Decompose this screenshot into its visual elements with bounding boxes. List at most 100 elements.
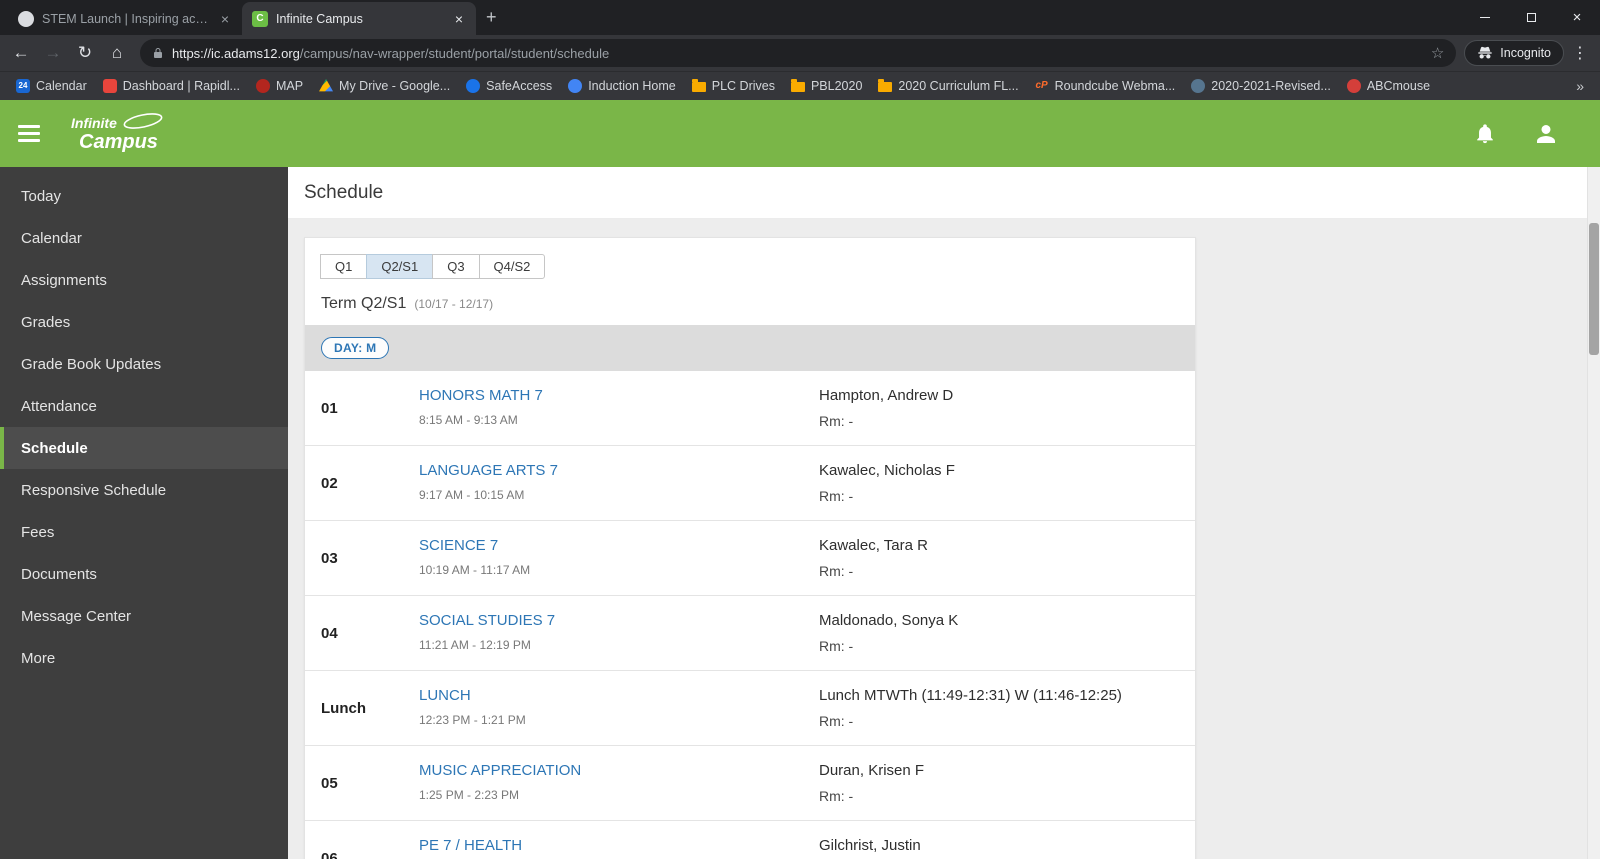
bookmark-item[interactable]: PBL2020 <box>783 75 870 97</box>
course-cell: MUSIC APPRECIATION 1:25 PM - 2:23 PM <box>419 762 819 804</box>
schedule-row: 01 HONORS MATH 7 8:15 AM - 9:13 AM Hampt… <box>305 371 1195 446</box>
day-band: DAY: M <box>305 325 1195 371</box>
bookmark-icon <box>319 79 334 92</box>
sidebar-item-label: Fees <box>21 523 55 541</box>
period-label: 01 <box>321 399 338 417</box>
bookmark-item[interactable]: 2020-2021-Revised... <box>1183 75 1339 97</box>
sidebar-item[interactable]: Schedule <box>0 427 288 469</box>
sidebar-item[interactable]: Documents <box>0 553 288 595</box>
address-bar[interactable]: https://ic.adams12.org/campus/nav-wrappe… <box>140 39 1457 67</box>
course-link[interactable]: SCIENCE 7 <box>419 537 819 554</box>
term-tab[interactable]: Q3 <box>432 254 480 279</box>
forward-button[interactable]: → <box>38 38 68 68</box>
close-window-button[interactable]: × <box>1554 0 1600 34</box>
course-link[interactable]: LANGUAGE ARTS 7 <box>419 462 819 479</box>
bookmarks-overflow-icon[interactable]: » <box>1568 78 1592 94</box>
sidebar-item[interactable]: Fees <box>0 511 288 553</box>
minimize-button[interactable] <box>1462 0 1508 34</box>
course-time: 8:15 AM - 9:13 AM <box>419 413 518 427</box>
browser-menu-icon[interactable]: ⋮ <box>1566 39 1594 67</box>
teacher-name: Gilchrist, Justin <box>819 837 921 854</box>
user-account-icon[interactable] <box>1534 122 1558 146</box>
bookmark-item[interactable]: 2020 Curriculum FL... <box>870 75 1026 97</box>
tab-close-icon[interactable]: × <box>218 11 232 27</box>
course-link[interactable]: LUNCH <box>419 687 819 704</box>
bookmark-item[interactable]: My Drive - Google... <box>311 75 458 97</box>
bookmark-list: Calendar Dashboard | Rapidl... MAP My Dr… <box>8 71 1438 100</box>
bookmark-label: My Drive - Google... <box>339 78 451 93</box>
maximize-button[interactable] <box>1508 0 1554 34</box>
sidebar-item-label: More <box>21 649 56 667</box>
browser-window: STEM Launch | Inspiring achieve × C Infi… <box>0 0 1600 859</box>
sidebar-item[interactable]: Assignments <box>0 259 288 301</box>
page-scrollbar[interactable] <box>1587 167 1600 859</box>
scrollbar-thumb[interactable] <box>1589 223 1599 355</box>
notifications-bell-icon[interactable] <box>1474 123 1496 145</box>
infinite-campus-logo[interactable]: Infinite Campus <box>71 112 163 152</box>
lock-icon <box>154 48 162 58</box>
sidebar-item-label: Grades <box>21 313 71 331</box>
bookmark-label: 2020 Curriculum FL... <box>898 78 1019 93</box>
period-label: 05 <box>321 774 338 792</box>
bookmark-icon <box>878 79 893 92</box>
browser-tab-infinite-campus[interactable]: C Infinite Campus × <box>242 2 476 35</box>
menu-icon[interactable] <box>0 100 57 167</box>
stem-favicon <box>18 10 34 27</box>
term-tabs: Q1 Q2/S1 Q3 Q4/S2 <box>320 254 546 279</box>
sidebar-item[interactable]: More <box>0 637 288 679</box>
bookmark-item[interactable]: ABCmouse <box>1339 75 1438 97</box>
course-cell: HONORS MATH 7 8:15 AM - 9:13 AM <box>419 387 819 429</box>
refresh-button[interactable]: ↻ <box>70 38 100 68</box>
bookmark-label: Calendar <box>36 78 87 93</box>
url-host: https://ic.adams12.org <box>172 45 300 61</box>
sidebar-item[interactable]: Responsive Schedule <box>0 469 288 511</box>
course-link[interactable]: MUSIC APPRECIATION <box>419 762 819 779</box>
sidebar-item[interactable]: Calendar <box>0 217 288 259</box>
tab-close-icon[interactable]: × <box>452 11 466 27</box>
browser-toolbar: ← → ↻ ⌂ https://ic.adams12.org/campus/na… <box>0 35 1600 71</box>
room-label: Rm: - <box>819 563 854 579</box>
bookmark-icon <box>568 78 583 93</box>
home-button[interactable]: ⌂ <box>102 38 132 68</box>
bookmark-item[interactable]: Calendar <box>8 75 95 97</box>
course-cell: LANGUAGE ARTS 7 9:17 AM - 10:15 AM <box>419 462 819 504</box>
bookmark-item[interactable]: Dashboard | Rapidl... <box>95 75 248 97</box>
bookmark-label: MAP <box>275 78 304 93</box>
tab-title: STEM Launch | Inspiring achieve <box>42 11 210 26</box>
term-tab[interactable]: Q2/S1 <box>366 254 434 279</box>
sidebar-item[interactable]: Attendance <box>0 385 288 427</box>
sidebar-item[interactable]: Grades <box>0 301 288 343</box>
schedule-row: 06 PE 7 / HEALTH 2:27 PM - 3:25 PM Gilch… <box>305 821 1195 859</box>
bookmark-item[interactable]: SafeAccess <box>458 75 560 97</box>
term-tab[interactable]: Q1 <box>320 254 368 279</box>
term-tab-label: Q4/S2 <box>493 259 531 274</box>
sidebar-item[interactable]: Grade Book Updates <box>0 343 288 385</box>
course-link[interactable]: PE 7 / HEALTH <box>419 837 819 854</box>
bookmark-item[interactable]: Induction Home <box>560 75 684 97</box>
bookmark-icon <box>102 78 117 93</box>
bookmark-item[interactable]: MAP <box>248 75 311 97</box>
day-chip[interactable]: DAY: M <box>321 337 390 359</box>
room-label: Rm: - <box>819 788 854 804</box>
sidebar-item[interactable]: Message Center <box>0 595 288 637</box>
term-tab-label: Q2/S1 <box>381 259 419 274</box>
schedule-rows: 01 HONORS MATH 7 8:15 AM - 9:13 AM Hampt… <box>305 371 1195 859</box>
new-tab-button[interactable]: + <box>476 5 507 30</box>
sidebar-item-label: Documents <box>21 565 97 583</box>
bookmark-icon <box>466 78 481 93</box>
sidebar-item[interactable]: Today <box>0 175 288 217</box>
bookmark-label: PLC Drives <box>711 78 775 93</box>
term-line: Term Q2/S1 (10/17 - 12/17) <box>321 295 1179 313</box>
minimize-icon <box>1480 16 1490 18</box>
window-controls: × <box>1462 0 1600 34</box>
course-link[interactable]: HONORS MATH 7 <box>419 387 819 404</box>
course-time: 10:19 AM - 11:17 AM <box>419 563 531 577</box>
back-button[interactable]: ← <box>6 38 36 68</box>
bookmark-star-icon[interactable]: ☆ <box>1431 44 1444 62</box>
bookmark-item[interactable]: Roundcube Webma... <box>1027 75 1184 97</box>
bookmark-item[interactable]: PLC Drives <box>684 75 783 97</box>
course-link[interactable]: SOCIAL STUDIES 7 <box>419 612 819 629</box>
app-shell: Today Calendar Assignments Grades Grade … <box>0 167 1600 859</box>
term-tab[interactable]: Q4/S2 <box>478 254 546 279</box>
browser-tab-stem[interactable]: STEM Launch | Inspiring achieve × <box>8 2 242 35</box>
